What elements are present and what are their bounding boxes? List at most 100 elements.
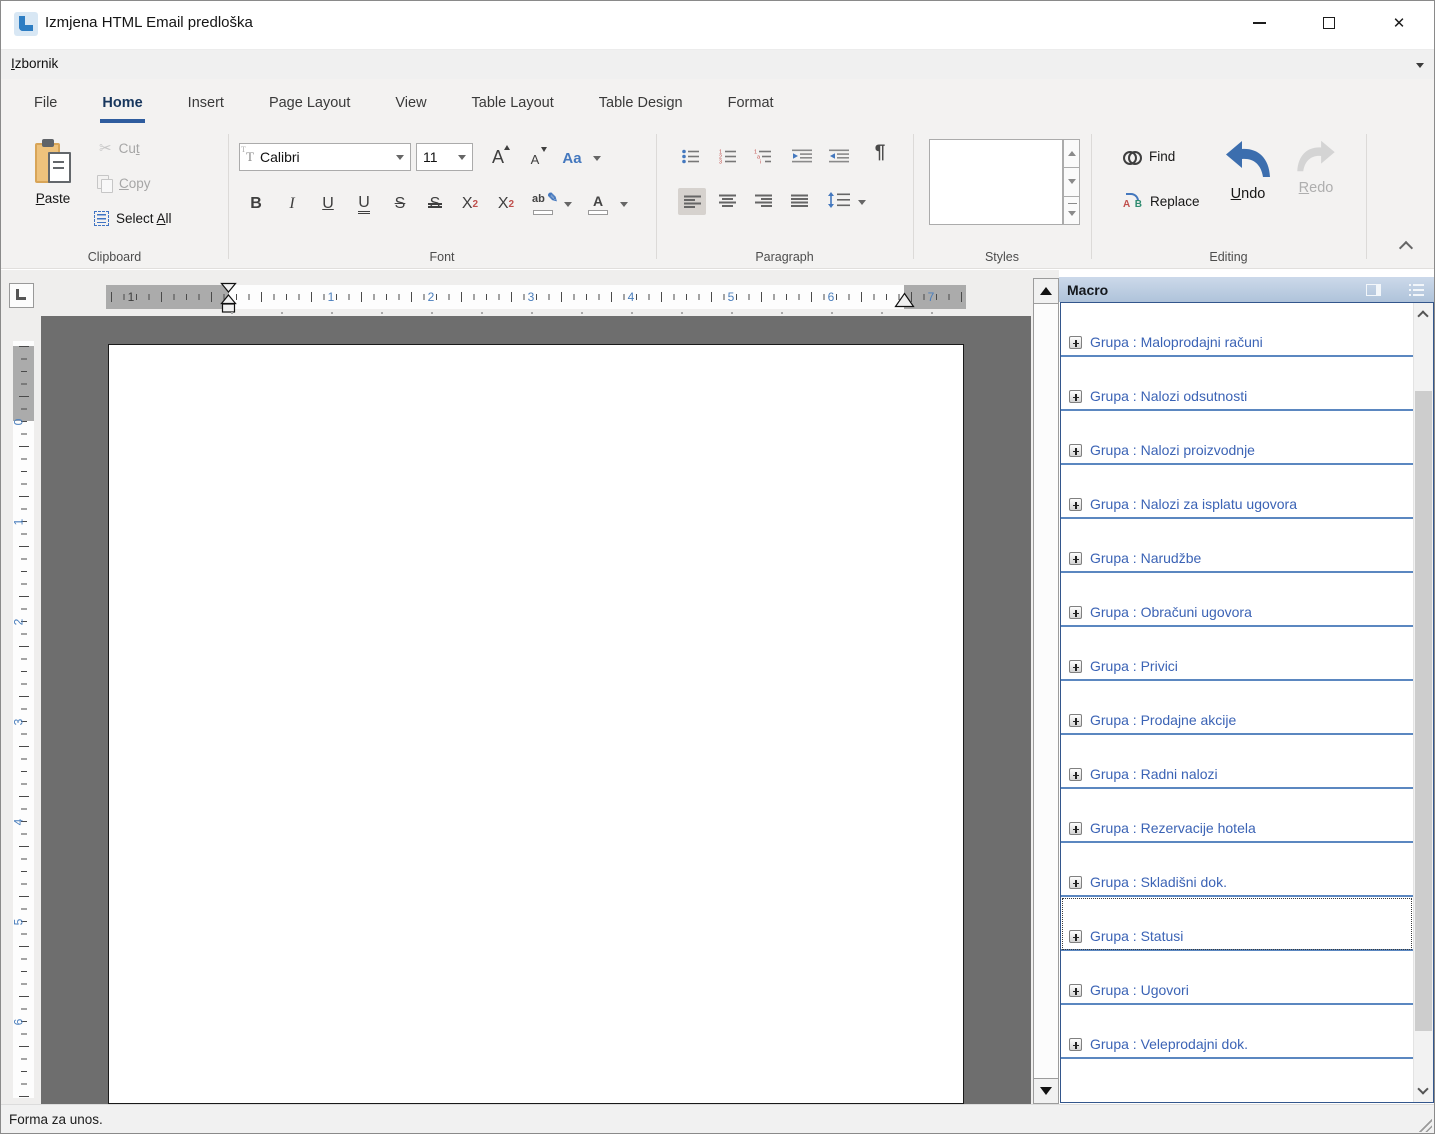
expand-plus-icon[interactable] [1069,336,1082,349]
expand-plus-icon[interactable] [1069,606,1082,619]
macro-scrollbar[interactable] [1413,303,1433,1102]
macro-group-row[interactable]: Grupa : Radni nalozi [1061,735,1413,789]
ribbon-tab[interactable]: Table Layout [469,79,557,127]
styles-more-button[interactable] [1064,197,1079,224]
align-right-button[interactable] [752,188,774,214]
ribbon-tab[interactable]: Format [725,79,777,127]
increase-indent-button[interactable] [828,143,850,169]
macro-group-row[interactable]: Grupa : Narudžbe [1061,519,1413,573]
justify-button[interactable] [788,188,810,214]
redo-button[interactable]: Redo [1291,139,1341,196]
styles-scroll-up-button[interactable] [1064,140,1079,168]
macro-group-row[interactable]: Grupa : Rezervacije hotela [1061,789,1413,843]
expand-plus-icon[interactable] [1069,498,1082,511]
change-case-button[interactable]: Aa [558,143,586,173]
shrink-font-button[interactable]: A [521,144,549,174]
line-spacing-button[interactable] [826,187,852,213]
numbering-button[interactable]: 123 [717,143,739,169]
undo-button[interactable]: Undo [1223,139,1273,202]
styles-scroll-down-button[interactable] [1064,168,1079,196]
font-size-combobox[interactable]: 11 [416,143,473,171]
font-color-button[interactable]: A [584,189,612,219]
right-margin-marker[interactable] [894,292,915,308]
ribbon-tab[interactable]: Table Design [596,79,686,127]
double-strikethrough-button[interactable]: S [421,189,449,219]
highlight-dropdown-icon[interactable] [562,189,574,219]
grow-font-button[interactable]: A [484,142,512,172]
select-all-button[interactable]: Select All [94,211,172,226]
canvas-vertical-scrollbar[interactable] [1033,278,1059,1104]
expand-plus-icon[interactable] [1069,1038,1082,1051]
subscript-button[interactable]: X2 [456,189,484,219]
font-name-combobox[interactable]: T Calibri [239,143,411,171]
ribbon-tab[interactable]: Insert [185,79,227,127]
scroll-down-button[interactable] [1034,1078,1058,1103]
paste-button[interactable]: Paste [25,137,81,237]
close-button[interactable]: ✕ [1364,1,1434,45]
bullets-button[interactable] [680,143,702,169]
macro-group-row[interactable]: Grupa : Obračuni ugovora [1061,573,1413,627]
highlight-button[interactable]: ab✎ [529,189,559,219]
macro-group-row[interactable]: Grupa : Statusi [1061,897,1413,951]
macro-group-row[interactable]: Grupa : Skladišni dok. [1061,843,1413,897]
macro-group-row[interactable]: Grupa : Nalozi za isplatu ugovora [1061,465,1413,519]
strikethrough-button[interactable]: S [386,189,414,219]
expand-plus-icon[interactable] [1069,876,1082,889]
tab-stop-selector[interactable] [9,283,34,308]
italic-button[interactable]: I [278,189,306,219]
replace-button[interactable]: AB Replace [1123,193,1200,210]
collapse-ribbon-icon[interactable] [1399,241,1413,255]
menu-izbornik[interactable]: Izbornik [11,56,58,71]
ribbon-tab[interactable]: Home [99,79,145,127]
chevron-up-icon[interactable] [1417,310,1428,321]
decrease-indent-button[interactable] [791,143,813,169]
copy-button[interactable]: Copy [97,175,151,191]
dock-panel-icon[interactable] [1366,284,1381,296]
cut-button[interactable]: ✂ Cut [99,141,140,156]
resize-grip[interactable] [1417,1117,1432,1132]
macro-group-row[interactable]: Grupa : Prodajne akcije [1061,681,1413,735]
macro-group-row[interactable]: Grupa : Maloprodajni računi [1061,303,1413,357]
line-spacing-dropdown-icon[interactable] [856,187,868,217]
scrollbar-thumb[interactable] [1415,391,1432,1031]
show-paragraph-marks-button[interactable]: ¶ [869,140,891,166]
expand-plus-icon[interactable] [1069,984,1082,997]
expand-plus-icon[interactable] [1069,552,1082,565]
find-button[interactable]: Find [1123,149,1175,164]
expand-plus-icon[interactable] [1069,444,1082,457]
expand-plus-icon[interactable] [1069,930,1082,943]
styles-gallery[interactable] [929,139,1063,225]
double-underline-button[interactable]: U [350,189,378,219]
superscript-button[interactable]: X2 [492,189,520,219]
ribbon-tab[interactable]: File [31,79,60,127]
document-page[interactable] [108,344,964,1104]
expand-plus-icon[interactable] [1069,390,1082,403]
underline-button[interactable]: U [314,189,342,219]
minimize-button[interactable] [1224,1,1294,45]
macro-group-row[interactable]: Grupa : Privici [1061,627,1413,681]
align-left-button[interactable] [678,188,706,215]
macro-group-row[interactable]: Grupa : Nalozi proizvodnje [1061,411,1413,465]
align-center-button[interactable] [716,188,738,214]
menubar-dropdown-icon[interactable] [1416,63,1424,68]
expand-plus-icon[interactable] [1069,714,1082,727]
indent-marker[interactable] [220,282,237,314]
multilevel-list-button[interactable]: 1ai [752,143,774,169]
macro-group-row[interactable]: Grupa : Ugovori [1061,951,1413,1005]
macro-group-row[interactable]: Grupa : Nalozi odsutnosti [1061,357,1413,411]
editor-canvas[interactable] [41,316,1031,1104]
font-color-dropdown-icon[interactable] [618,189,630,219]
vertical-ruler[interactable]: 0123456 [13,341,34,1098]
expand-plus-icon[interactable] [1069,660,1082,673]
ribbon-tab[interactable]: Page Layout [266,79,353,127]
scroll-up-button[interactable] [1034,279,1058,304]
macro-group-row[interactable]: Grupa : Veleprodajni dok. [1061,1005,1413,1059]
maximize-button[interactable] [1294,1,1364,45]
expand-plus-icon[interactable] [1069,822,1082,835]
change-case-dropdown-icon[interactable] [591,143,603,173]
chevron-down-icon[interactable] [1417,1083,1428,1094]
ribbon-tab[interactable]: View [392,79,429,127]
bold-button[interactable]: B [242,189,270,219]
list-view-icon[interactable] [1409,284,1424,296]
expand-plus-icon[interactable] [1069,768,1082,781]
